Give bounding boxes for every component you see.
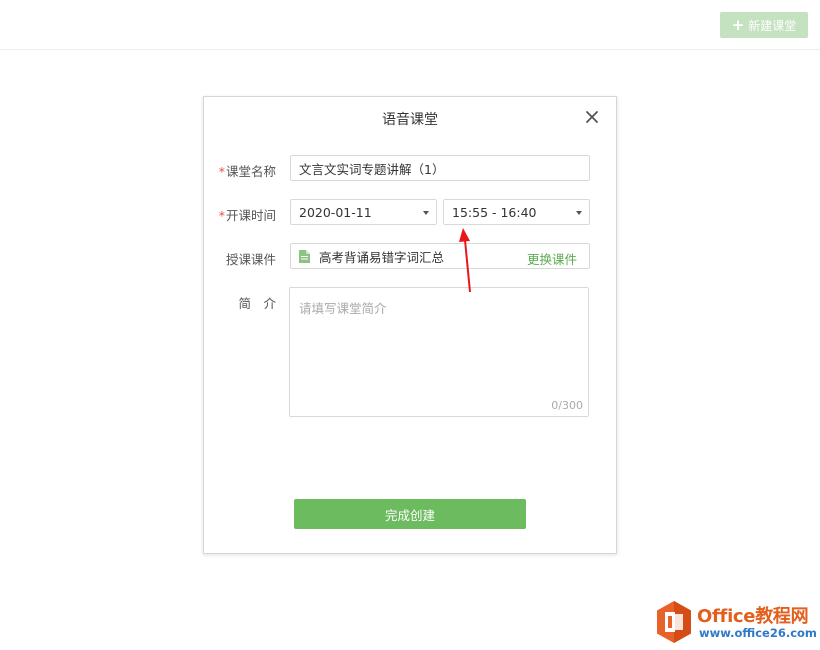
new-class-button[interactable]: + 新建课堂 — [720, 12, 808, 38]
class-name-value: 文言文实词专题讲解（1） — [299, 161, 445, 177]
intro-textarea[interactable]: 请填写课堂简介 0/300 — [289, 287, 589, 417]
time-value: 15:55 - 16:40 — [452, 204, 537, 220]
class-name-label-text: 课堂名称 — [225, 164, 276, 179]
required-mark: * — [218, 164, 225, 179]
top-bar: + 新建课堂 — [0, 0, 820, 50]
courseware-name: 高考背诵易错字词汇总 — [319, 249, 445, 265]
char-counter: 0/300 — [551, 399, 583, 412]
courseware-field: 高考背诵易错字词汇总 更换课件 — [290, 243, 590, 269]
close-icon[interactable] — [584, 109, 600, 125]
voice-class-dialog: 语音课堂 *课堂名称 文言文实词专题讲解（1） *开课时间 2020-01-11… — [203, 96, 617, 554]
class-name-label: *课堂名称 — [204, 161, 276, 180]
intro-label: 简 介 — [238, 296, 276, 311]
watermark-url: www.office26.com — [699, 626, 817, 640]
change-courseware-link[interactable]: 更换课件 — [527, 249, 577, 268]
date-value: 2020-01-11 — [299, 204, 372, 220]
start-time-label-text: 开课时间 — [225, 208, 276, 223]
chevron-down-icon — [576, 211, 582, 215]
start-time-label: *开课时间 — [204, 205, 276, 224]
new-class-label: 新建课堂 — [748, 18, 797, 33]
document-icon — [299, 249, 310, 263]
chevron-down-icon — [423, 211, 429, 215]
date-select[interactable]: 2020-01-11 — [290, 199, 437, 225]
dialog-title: 语音课堂 — [382, 112, 438, 128]
intro-placeholder: 请填写课堂简介 — [299, 301, 387, 316]
office26-watermark: Office教程网 www.office26.com — [655, 600, 817, 646]
office-logo-icon — [657, 601, 691, 643]
class-name-input[interactable]: 文言文实词专题讲解（1） — [290, 155, 590, 181]
required-mark: * — [218, 208, 225, 223]
complete-create-button[interactable]: 完成创建 — [294, 499, 526, 529]
plus-icon: + — [731, 15, 745, 34]
courseware-label: 授课课件 — [225, 252, 276, 267]
time-select[interactable]: 15:55 - 16:40 — [443, 199, 590, 225]
watermark-title: Office教程网 — [697, 606, 809, 627]
